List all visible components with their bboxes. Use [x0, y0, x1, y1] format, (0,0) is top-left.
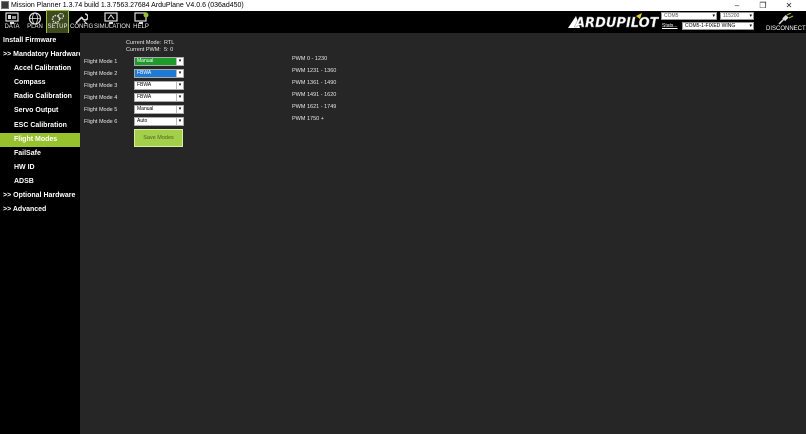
baud-select[interactable]: 115200 ▾	[720, 12, 754, 20]
sidebar-item-servo-output[interactable]: Servo Output	[0, 104, 80, 118]
toolbar-setup-button[interactable]: SETUP	[46, 10, 69, 34]
flight-mode-2-pwm: PWM 1231 - 1360	[292, 68, 337, 74]
sidebar-item-esc-calibration[interactable]: ESC Calibration	[0, 119, 80, 133]
flight-mode-3-pwm: PWM 1361 - 1490	[292, 80, 337, 86]
flight-mode-2-select[interactable]: FBWA ▾	[134, 69, 184, 78]
flight-mode-3-label: Flight Mode 3	[84, 83, 118, 89]
chevron-down-icon: ▾	[749, 13, 752, 19]
sidebar-item-advanced[interactable]: >> Advanced	[0, 203, 80, 217]
chevron-down-icon: ▾	[176, 106, 183, 113]
flight-mode-4-select[interactable]: FBWA ▾	[134, 93, 184, 102]
sidebar-item-hw-id[interactable]: HW ID	[0, 161, 80, 175]
toolbar-help-button[interactable]: HELP	[131, 11, 151, 33]
sidebar-item-radio-calibration[interactable]: Radio Calibration	[0, 90, 80, 104]
app-icon	[1, 1, 9, 9]
sidebar-item-accel-calibration[interactable]: Accel Calibration	[0, 62, 80, 76]
save-modes-button[interactable]: Save Modes	[134, 129, 183, 147]
plug-icon	[778, 13, 794, 25]
toolbar-data-label: DATA	[4, 24, 20, 30]
port-select[interactable]: COM5 ▾	[661, 12, 717, 20]
toolbar-simulation-label: SIMULATION	[94, 24, 131, 30]
toolbar-setup-label: SETUP	[47, 24, 68, 30]
flight-mode-4-value: FBWA	[137, 94, 152, 100]
flight-mode-6-select[interactable]: Auto ▾	[134, 117, 184, 126]
toolbar-config-label: CONFIG	[70, 24, 94, 30]
flight-mode-6-label: Flight Mode 6	[84, 119, 118, 125]
flight-mode-5-label: Flight Mode 5	[84, 107, 118, 113]
sidebar-item-mandatory-hardware[interactable]: >> Mandatory Hardware	[0, 48, 82, 62]
chevron-down-icon: ▾	[176, 94, 183, 101]
mission-planner-window: Mission Planner 1.3.74 build 1.3.7563.27…	[0, 0, 806, 434]
chevron-down-icon: ▾	[749, 23, 752, 29]
current-pwm-label: Current PWM:	[126, 47, 161, 53]
current-mode-value: RTL	[164, 40, 175, 46]
flight-mode-1-label: Flight Mode 1	[84, 59, 118, 65]
ardupilot-logo: ARDUPILOT	[568, 13, 659, 31]
setup-sidebar: Install Firmware >> Mandatory Hardware A…	[0, 33, 84, 434]
flight-mode-4-label: Flight Mode 4	[84, 95, 118, 101]
toolbar-data-button[interactable]: DATA	[2, 11, 22, 33]
toolbar-config-button[interactable]: CONFIG	[70, 11, 94, 33]
vehicle-select-value: COM5-1-FIXED WING	[685, 23, 736, 29]
window-title: Mission Planner 1.3.74 build 1.3.7563.27…	[11, 2, 244, 9]
port-select-value: COM5	[664, 13, 679, 19]
disconnect-label: DISCONNECT	[766, 26, 806, 32]
toolbar-plan-button[interactable]: PLAN	[25, 11, 45, 33]
baud-select-value: 115200	[723, 13, 740, 19]
toolbar-plan-label: PLAN	[27, 24, 43, 30]
flight-mode-2-value: FBWA	[137, 70, 152, 76]
flight-mode-4-pwm: PWM 1491 - 1620	[292, 92, 337, 98]
flight-mode-5-select[interactable]: Manual ▾	[134, 105, 184, 114]
chevron-down-icon: ▾	[176, 58, 183, 65]
sidebar-item-failsafe[interactable]: FailSafe	[0, 147, 80, 161]
sidebar-item-install-firmware[interactable]: Install Firmware	[0, 34, 80, 48]
title-bar: Mission Planner 1.3.74 build 1.3.7563.27…	[0, 0, 806, 11]
ardupilot-logo-text: ARDUPILOT	[574, 16, 659, 31]
current-pwm-value: 5: 0	[164, 47, 174, 53]
flight-mode-5-pwm: PWM 1621 - 1749	[292, 104, 337, 110]
disconnect-button[interactable]: DISCONNECT	[766, 13, 806, 33]
sidebar-item-compass[interactable]: Compass	[0, 76, 80, 90]
sidebar-item-optional-hardware[interactable]: >> Optional Hardware	[0, 189, 80, 203]
vehicle-select[interactable]: COM5-1-FIXED WING ▾	[682, 22, 754, 30]
flight-mode-2-label: Flight Mode 2	[84, 71, 118, 77]
flight-modes-panel: Current Mode: RTL Current PWM: 5: 0 Flig…	[80, 33, 806, 434]
close-button[interactable]: ✕	[778, 0, 800, 11]
chevron-down-icon: ▾	[176, 82, 183, 89]
flight-mode-1-select[interactable]: Manual ▾	[134, 57, 184, 66]
sidebar-item-flight-modes[interactable]: Flight Modes	[0, 133, 84, 147]
flight-mode-1-value: Manual	[137, 58, 154, 64]
flight-mode-5-value: Manual	[137, 106, 154, 112]
chevron-down-icon: ▾	[176, 118, 183, 125]
maximize-button[interactable]: ❐	[752, 0, 774, 11]
flight-mode-3-select[interactable]: FBWA ▾	[134, 81, 184, 90]
toolbar-simulation-button[interactable]: SIMULATION	[94, 11, 131, 33]
chevron-down-icon: ▾	[176, 70, 183, 77]
minimize-button[interactable]: –	[726, 0, 748, 11]
flight-mode-3-value: FBWA	[137, 82, 152, 88]
flight-mode-6-value: Auto	[137, 118, 148, 124]
flight-mode-6-pwm: PWM 1750 +	[292, 116, 324, 122]
chevron-down-icon: ▾	[712, 13, 715, 19]
stats-link[interactable]: Stats...	[662, 23, 678, 29]
toolbar-help-label: HELP	[133, 24, 149, 30]
flight-mode-1-pwm: PWM 0 - 1230	[292, 56, 328, 62]
current-mode-label: Current Mode:	[126, 40, 162, 46]
sidebar-item-adsb[interactable]: ADSB	[0, 175, 80, 189]
